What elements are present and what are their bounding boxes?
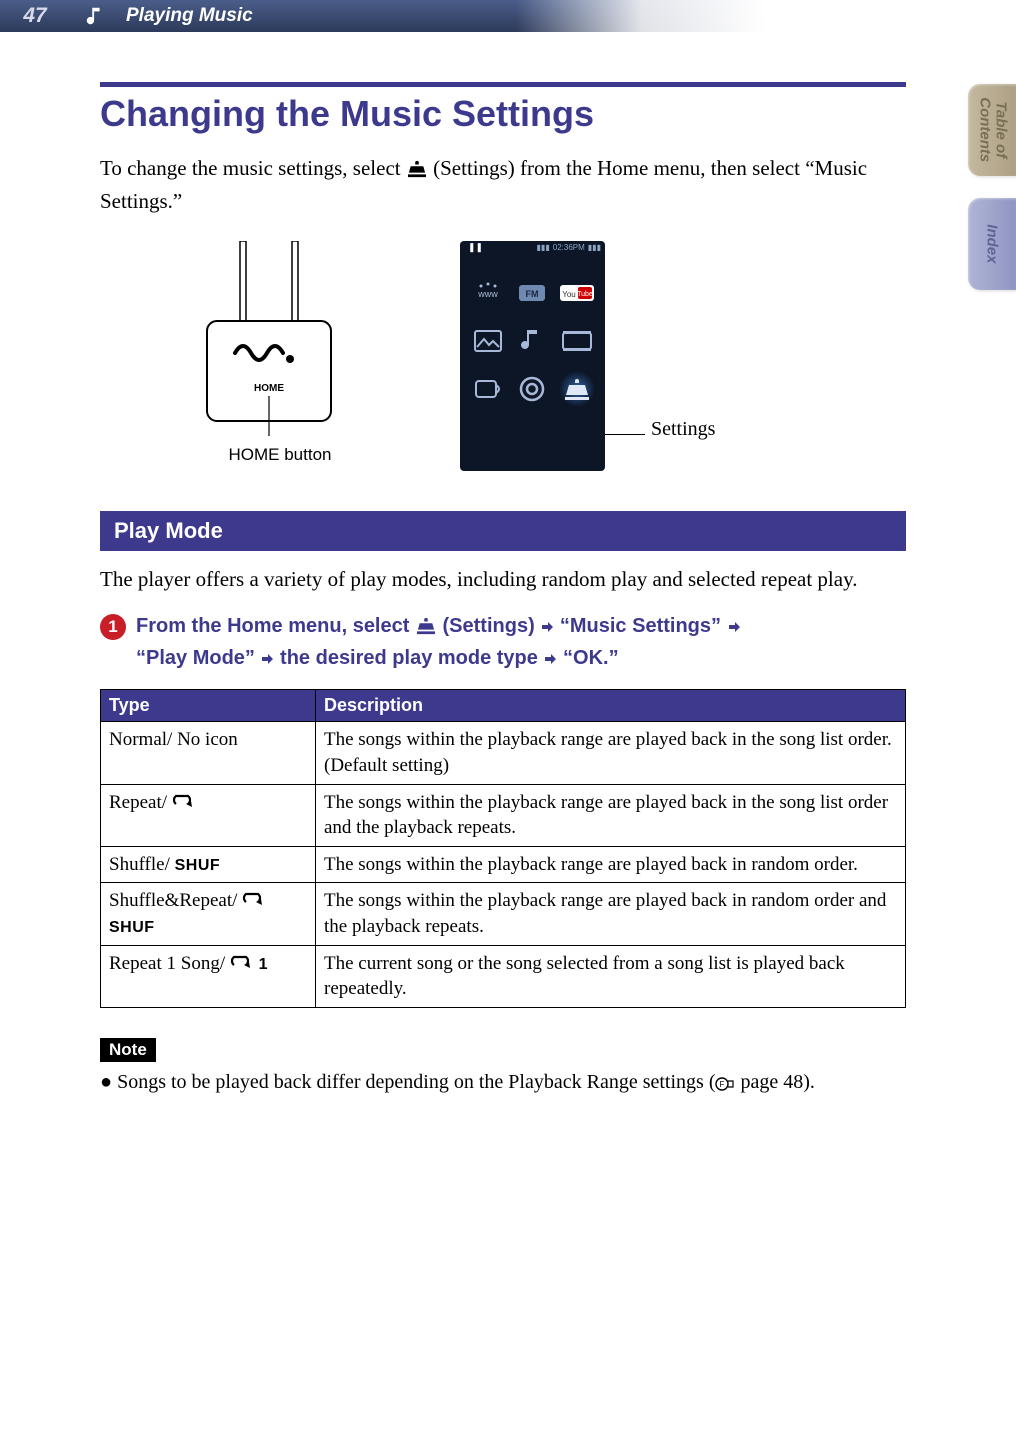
repeat-one-text: 1 xyxy=(259,956,268,973)
table-row: Shuffle/ SHUF The songs within the playb… xyxy=(101,846,906,883)
app-fm-icon: FM xyxy=(514,275,550,311)
arrow-icon xyxy=(540,614,554,643)
step-1: 1 From the Home menu, select (Settings) … xyxy=(100,612,906,675)
col-type: Type xyxy=(101,690,316,722)
device-screenshot: ❚❚ ▮▮▮ 02:36PM ▮▮▮ www FM YouTube xyxy=(460,241,605,471)
status-time: 02:36PM xyxy=(553,243,585,252)
shuf-text: SHUF xyxy=(175,857,221,874)
table-row: Normal/ No icon The songs within the pla… xyxy=(101,722,906,784)
repeat-icon xyxy=(242,890,266,911)
pause-icon: ❚❚ xyxy=(468,242,483,253)
battery-icon: ▮▮▮ xyxy=(588,243,601,252)
page-number: 47 xyxy=(0,4,70,28)
app-settings-icon xyxy=(559,371,595,407)
app-browser-icon: www xyxy=(470,275,506,311)
app-podcast-icon xyxy=(470,371,506,407)
intro-text: To change the music settings, select (Se… xyxy=(100,153,906,217)
settings-icon xyxy=(406,156,428,186)
app-sensme-icon xyxy=(514,371,550,407)
table-row: Shuffle&Repeat/ SHUF The songs within th… xyxy=(101,883,906,945)
app-youtube-icon: YouTube xyxy=(559,275,595,311)
arrow-icon xyxy=(727,614,741,643)
subsection-intro: The player offers a variety of play mode… xyxy=(100,565,906,594)
note-badge: Note xyxy=(100,1038,156,1062)
music-note-icon xyxy=(70,5,120,27)
repeat-icon xyxy=(172,792,196,813)
arrow-icon xyxy=(543,646,557,675)
app-photos-icon xyxy=(470,323,506,359)
page-ref-icon: F xyxy=(715,1071,735,1093)
repeat-icon xyxy=(230,953,254,974)
settings-callout: Settings xyxy=(651,418,715,441)
svg-text:FM: FM xyxy=(526,289,539,299)
step-text: From the Home menu, select (Settings) “M… xyxy=(136,612,741,675)
page-title: Changing the Music Settings xyxy=(100,93,906,135)
table-row: Repeat/ The songs within the playback ra… xyxy=(101,784,906,846)
table-row: Repeat 1 Song/ 1 The current song or the… xyxy=(101,945,906,1007)
device-illustration: HOME HOME button xyxy=(180,241,380,465)
note-text: ● Songs to be played back differ dependi… xyxy=(100,1068,906,1096)
arrow-icon xyxy=(260,646,274,675)
shuf-text: SHUF xyxy=(109,919,155,936)
settings-icon xyxy=(415,615,437,644)
svg-text:F: F xyxy=(720,1080,725,1089)
app-music-icon xyxy=(514,323,550,359)
heading-rule xyxy=(100,82,906,87)
step-number-badge: 1 xyxy=(100,614,126,640)
app-video-icon xyxy=(559,323,595,359)
home-text: HOME xyxy=(254,383,284,394)
leader-line xyxy=(605,434,645,435)
home-button-label: HOME button xyxy=(229,445,332,465)
svg-text:Tube: Tube xyxy=(577,291,593,298)
play-mode-table: Type Description Normal/ No icon The son… xyxy=(100,689,906,1008)
section-title: Playing Music xyxy=(120,5,253,27)
svg-text:www: www xyxy=(477,289,498,299)
svg-text:You: You xyxy=(562,290,576,299)
wifi-icon: ▮▮▮ xyxy=(537,243,550,252)
subsection-heading: Play Mode xyxy=(100,511,906,551)
col-desc: Description xyxy=(316,690,906,722)
page-header: 47 Playing Music xyxy=(0,0,1016,32)
